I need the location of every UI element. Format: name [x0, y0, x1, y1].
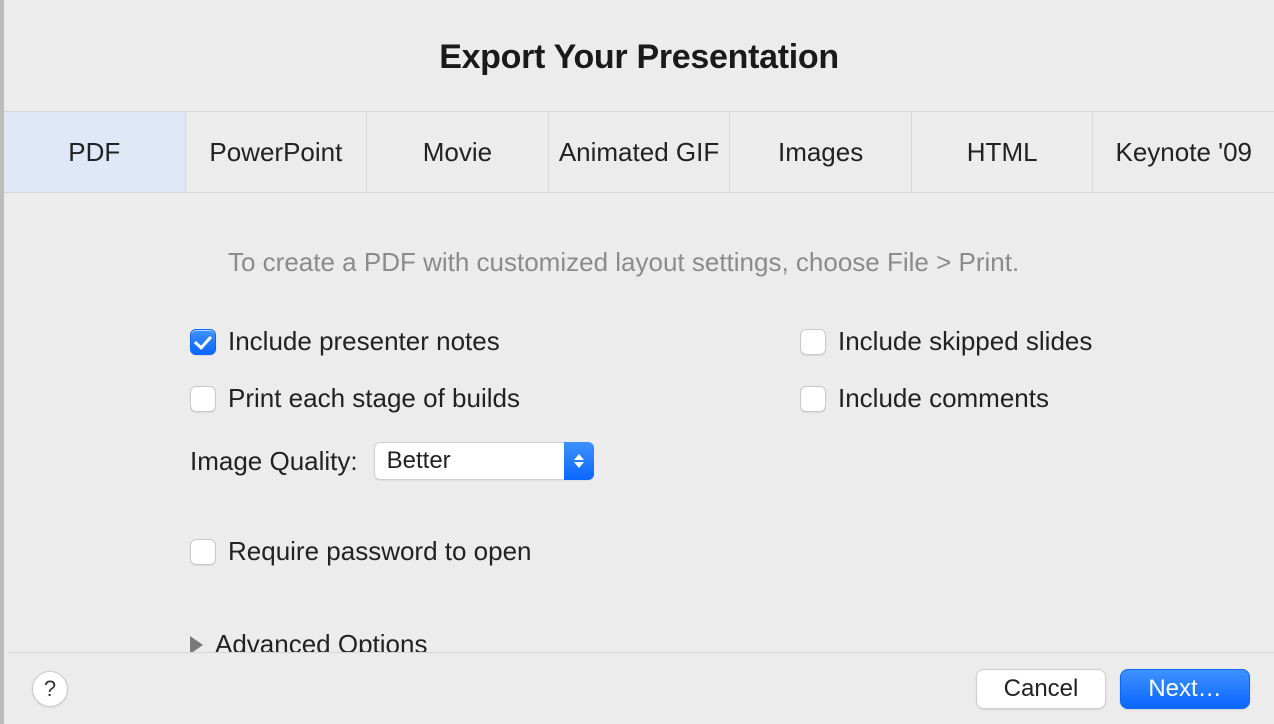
format-tabs: PDF PowerPoint Movie Animated GIF Images… — [4, 111, 1274, 193]
row-include-presenter-notes: Include presenter notes — [190, 326, 790, 357]
tab-keynote-09[interactable]: Keynote '09 — [1093, 112, 1274, 192]
cancel-button[interactable]: Cancel — [976, 669, 1106, 709]
tab-html[interactable]: HTML — [912, 112, 1094, 192]
tab-movie[interactable]: Movie — [367, 112, 549, 192]
checkbox-print-each-stage[interactable] — [190, 386, 216, 412]
hint-text: To create a PDF with customized layout s… — [190, 247, 1214, 278]
label-include-presenter-notes: Include presenter notes — [228, 326, 500, 357]
dialog-footer: ? Cancel Next… — [8, 652, 1274, 724]
row-require-password: Require password to open — [190, 536, 1214, 567]
title-area: Export Your Presentation — [4, 0, 1274, 111]
tab-powerpoint[interactable]: PowerPoint — [186, 112, 368, 192]
image-quality-label: Image Quality: — [190, 446, 358, 477]
help-icon: ? — [44, 676, 56, 702]
checkbox-include-presenter-notes[interactable] — [190, 329, 216, 355]
row-print-each-stage: Print each stage of builds — [190, 383, 790, 414]
help-button[interactable]: ? — [32, 671, 68, 707]
tab-animated-gif[interactable]: Animated GIF — [549, 112, 731, 192]
checkbox-include-comments[interactable] — [800, 386, 826, 412]
image-quality-select[interactable]: Better — [374, 442, 594, 480]
row-include-comments: Include comments — [800, 383, 1214, 414]
options-grid: Include presenter notes Include skipped … — [190, 326, 1214, 414]
chevron-down-icon — [574, 462, 584, 468]
chevron-up-icon — [574, 454, 584, 460]
label-include-comments: Include comments — [838, 383, 1049, 414]
checkbox-require-password[interactable] — [190, 539, 216, 565]
checkbox-include-skipped-slides[interactable] — [800, 329, 826, 355]
row-include-skipped-slides: Include skipped slides — [800, 326, 1214, 357]
dialog-title: Export Your Presentation — [4, 38, 1274, 77]
label-include-skipped-slides: Include skipped slides — [838, 326, 1092, 357]
tab-pdf[interactable]: PDF — [4, 112, 186, 192]
export-dialog: Export Your Presentation PDF PowerPoint … — [0, 0, 1274, 724]
content-area: To create a PDF with customized layout s… — [4, 193, 1274, 724]
image-quality-row: Image Quality: Better — [190, 442, 1214, 480]
image-quality-value: Better — [387, 447, 451, 475]
stepper-icon — [564, 442, 594, 480]
disclosure-triangle-icon — [190, 636, 203, 654]
tab-images[interactable]: Images — [730, 112, 912, 192]
next-button[interactable]: Next… — [1120, 669, 1250, 709]
label-require-password: Require password to open — [228, 536, 532, 567]
label-print-each-stage: Print each stage of builds — [228, 383, 520, 414]
